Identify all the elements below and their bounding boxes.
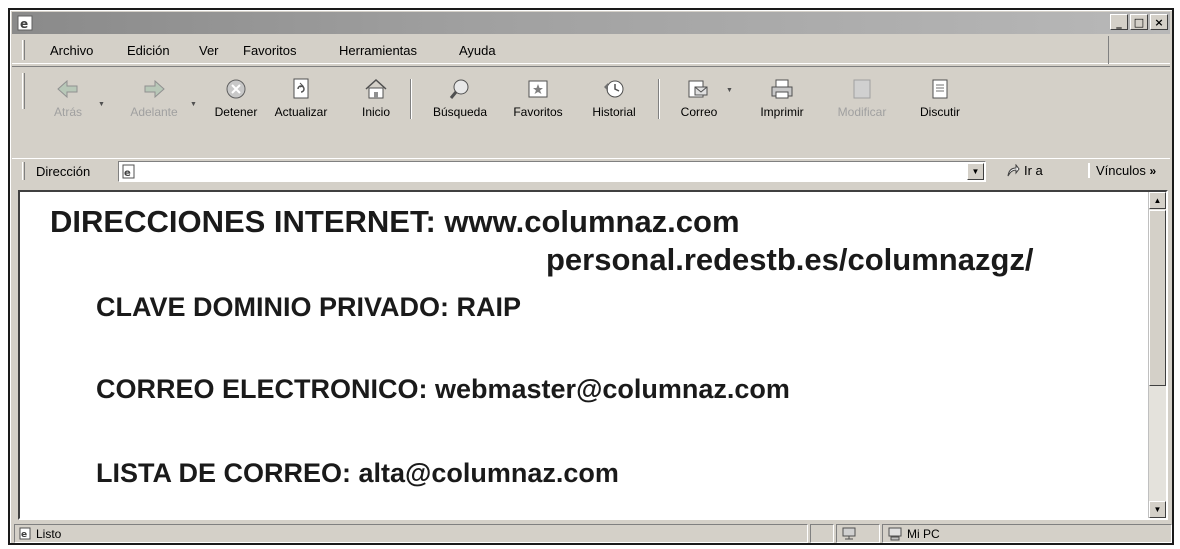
favorites-icon xyxy=(528,80,548,98)
toolbar-separator xyxy=(658,79,660,119)
private-domain-key-line: CLAVE DOMINIO PRIVADO: RAIP xyxy=(96,292,522,322)
progress-panel xyxy=(810,524,834,543)
maximize-button[interactable]: □ xyxy=(1130,14,1148,30)
search-label: Búsqueda xyxy=(432,105,488,119)
home-button[interactable]: Inicio xyxy=(348,77,404,123)
my-computer-icon xyxy=(888,527,902,540)
mail-label: Correo xyxy=(680,105,718,119)
mail-button[interactable]: Correo xyxy=(672,77,726,123)
status-bar: e Listo Mi PC xyxy=(12,524,1172,543)
stop-icon xyxy=(226,79,246,99)
scroll-up-button[interactable]: ▲ xyxy=(1149,192,1166,209)
address-dropdown-button[interactable]: ▼ xyxy=(967,163,984,180)
mail-dropdown-arrow[interactable]: ▼ xyxy=(726,87,733,94)
edit-icon xyxy=(853,79,871,99)
forward-label: Adelante xyxy=(130,105,178,119)
edit-button[interactable]: Modificar xyxy=(824,77,900,123)
home-icon xyxy=(365,78,387,99)
internet-addresses-line: DIRECCIONES INTERNET: www.columnaz.com xyxy=(50,204,740,239)
close-button[interactable]: × xyxy=(1150,14,1168,30)
stop-label: Detener xyxy=(214,105,258,119)
svg-text:e: e xyxy=(20,17,28,31)
print-button[interactable]: Imprimir xyxy=(750,77,814,123)
browser-window: e _ □ × Archivo Edición Ver Favoritos He… xyxy=(8,8,1174,545)
history-button[interactable]: Historial xyxy=(582,77,646,123)
refresh-button[interactable]: Actualizar xyxy=(268,77,334,123)
search-icon xyxy=(449,79,469,99)
zone-text: Mi PC xyxy=(907,526,940,541)
discuss-label: Discutir xyxy=(919,105,960,119)
menu-favoritos[interactable]: Favoritos xyxy=(243,43,296,58)
menubar-throbber-area xyxy=(1108,36,1170,64)
search-button[interactable]: Búsqueda xyxy=(420,77,500,123)
vertical-scrollbar[interactable]: ▲ ▼ xyxy=(1148,192,1166,518)
personal-address-line: personal.redestb.es/columnazgz/ xyxy=(546,242,1034,277)
minimize-button[interactable]: _ xyxy=(1110,14,1128,30)
refresh-label: Actualizar xyxy=(274,105,328,119)
go-arrow-icon xyxy=(1007,163,1020,176)
discuss-icon xyxy=(932,79,948,99)
ie-logo-icon: e xyxy=(17,15,33,31)
mailing-list-line: LISTA DE CORREO: alta@columnaz.com xyxy=(96,458,619,488)
status-text: Listo xyxy=(36,526,62,541)
edit-label: Modificar xyxy=(837,105,887,119)
address-input[interactable]: e ▼ xyxy=(118,161,986,182)
forward-button[interactable]: Adelante xyxy=(124,77,184,123)
menu-archivo[interactable]: Archivo xyxy=(50,43,93,58)
page-icon: e xyxy=(122,164,135,179)
forward-dropdown-arrow[interactable]: ▼ xyxy=(190,101,197,108)
back-label: Atrás xyxy=(53,105,82,119)
forward-arrow-icon xyxy=(144,79,165,99)
history-label: Historial xyxy=(592,105,636,119)
network-panel xyxy=(836,524,880,543)
page-icon: e xyxy=(19,527,31,540)
scroll-thumb[interactable] xyxy=(1149,210,1166,386)
print-label: Imprimir xyxy=(760,105,804,119)
back-dropdown-arrow[interactable]: ▼ xyxy=(98,101,105,108)
links-button[interactable]: Vínculos » xyxy=(1088,163,1156,178)
favorites-label: Favoritos xyxy=(513,105,563,119)
stop-button[interactable]: Detener xyxy=(208,77,264,123)
history-icon xyxy=(604,80,624,98)
go-label: Ir a xyxy=(1024,163,1043,178)
scroll-down-button[interactable]: ▼ xyxy=(1149,501,1166,518)
toolbar-separator xyxy=(410,79,412,119)
favorites-button[interactable]: Favoritos xyxy=(502,77,574,123)
zone-panel: Mi PC xyxy=(882,524,1172,543)
addressbar-grip[interactable] xyxy=(22,162,25,180)
back-arrow-icon xyxy=(57,79,78,99)
title-bar[interactable]: e _ □ × xyxy=(12,12,1170,34)
menu-ver[interactable]: Ver xyxy=(199,43,219,58)
links-label: Vínculos xyxy=(1096,163,1146,178)
discuss-button[interactable]: Discutir xyxy=(908,77,972,123)
address-label: Dirección xyxy=(36,164,91,179)
network-icon xyxy=(842,527,856,539)
menu-bar: Archivo Edición Ver Favoritos Herramient… xyxy=(12,36,1170,64)
email-line: CORREO ELECTRONICO: webmaster@columnaz.c… xyxy=(96,374,790,404)
refresh-icon xyxy=(293,78,309,99)
menu-ayuda[interactable]: Ayuda xyxy=(459,43,496,58)
go-button[interactable]: Ir a xyxy=(1006,163,1043,178)
standard-toolbar: Atrás ▼ Adelante ▼ Detener Actualizar In… xyxy=(12,66,1170,158)
svg-text:e: e xyxy=(21,530,27,540)
toolbar-grip[interactable] xyxy=(22,73,25,109)
svg-text:e: e xyxy=(124,168,131,179)
chevron-right-icon: » xyxy=(1149,164,1157,178)
menubar-grip[interactable] xyxy=(22,40,25,60)
menu-herramientas[interactable]: Herramientas xyxy=(339,43,417,58)
back-button[interactable]: Atrás xyxy=(46,77,90,123)
menu-edicion[interactable]: Edición xyxy=(127,43,170,58)
home-label: Inicio xyxy=(361,105,390,119)
address-bar: Dirección e ▼ Ir a Vínculos » xyxy=(12,158,1170,184)
status-panel: e Listo xyxy=(14,524,808,543)
print-icon xyxy=(771,79,793,99)
mail-icon xyxy=(688,80,708,98)
page-content[interactable]: DIRECCIONES INTERNET: www.columnaz.com p… xyxy=(18,190,1168,520)
